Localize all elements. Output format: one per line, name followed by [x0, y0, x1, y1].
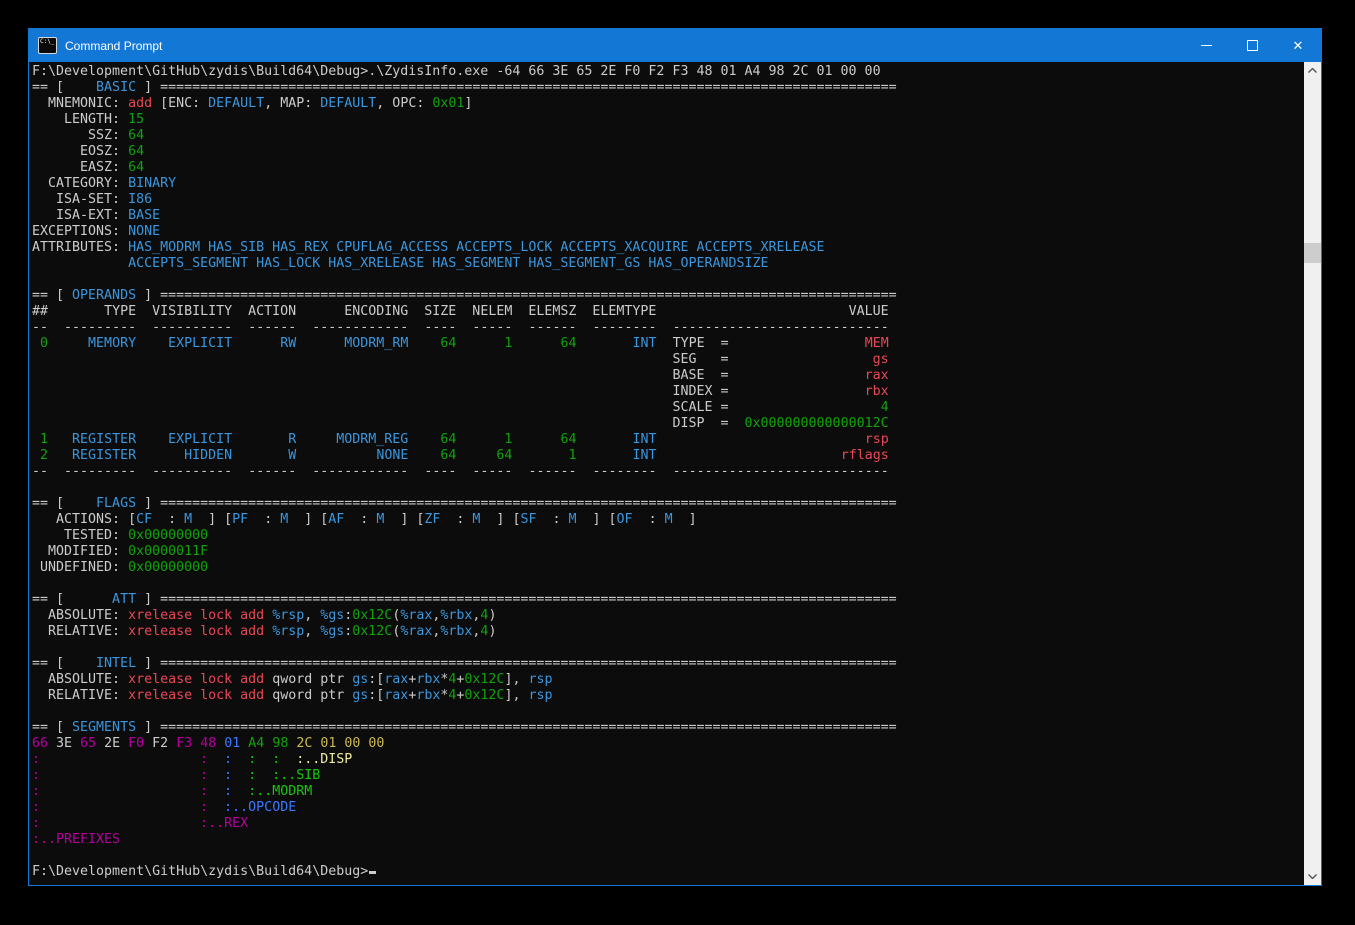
terminal-line: == [ BASIC ] ===========================…	[32, 80, 1304, 96]
minimize-button[interactable]	[1183, 29, 1229, 62]
terminal-line: MODIFIED: 0x0000011F	[32, 544, 1304, 560]
close-icon: ✕	[1293, 39, 1304, 52]
terminal-line: 0 MEMORY EXPLICIT RW MODRM_RM 64 1 64 IN…	[32, 336, 1304, 352]
maximize-button[interactable]	[1229, 29, 1275, 62]
terminal-line: DISP = 0x000000000000012C	[32, 416, 1304, 432]
minimize-icon	[1201, 45, 1212, 46]
terminal-line: RELATIVE: xrelease lock add qword ptr gs…	[32, 688, 1304, 704]
text-cursor	[369, 871, 376, 874]
terminal-line: == [ OPERANDS ] ========================…	[32, 288, 1304, 304]
terminal-line: EXCEPTIONS: NONE	[32, 224, 1304, 240]
terminal-line: BASE = rax	[32, 368, 1304, 384]
terminal-line: -- --------- ---------- ------ ---------…	[32, 464, 1304, 480]
cmd-icon-text: C:\_	[40, 39, 54, 45]
terminal-line: 1 REGISTER EXPLICIT R MODRM_REG 64 1 64 …	[32, 432, 1304, 448]
terminal-line: :..PREFIXES	[32, 832, 1304, 848]
title-bar[interactable]: C:\_ Command Prompt ✕	[29, 29, 1321, 62]
chevron-down-icon	[1308, 874, 1317, 879]
terminal-line: LENGTH: 15	[32, 112, 1304, 128]
terminal-line: ABSOLUTE: xrelease lock add qword ptr gs…	[32, 672, 1304, 688]
title-bar-left: C:\_ Command Prompt	[29, 37, 162, 54]
terminal-line: CATEGORY: BINARY	[32, 176, 1304, 192]
terminal-line: : : : : :..SIB	[32, 768, 1304, 784]
scrollbar-thumb[interactable]	[1304, 243, 1321, 263]
terminal-line	[32, 640, 1304, 656]
terminal-line: : :..REX	[32, 816, 1304, 832]
terminal-line: F:\Development\GitHub\zydis\Build64\Debu…	[32, 864, 1304, 880]
terminal-line: EASZ: 64	[32, 160, 1304, 176]
maximize-icon	[1247, 40, 1258, 51]
terminal-line: 66 3E 65 2E F0 F2 F3 48 01 A4 98 2C 01 0…	[32, 736, 1304, 752]
terminal-line: INDEX = rbx	[32, 384, 1304, 400]
window-title: Command Prompt	[65, 39, 162, 53]
terminal-line	[32, 480, 1304, 496]
terminal-line: SSZ: 64	[32, 128, 1304, 144]
terminal-line	[32, 576, 1304, 592]
terminal-line: EOSZ: 64	[32, 144, 1304, 160]
terminal-line: F:\Development\GitHub\zydis\Build64\Debu…	[32, 64, 1304, 80]
terminal-line: ABSOLUTE: xrelease lock add %rsp, %gs:0x…	[32, 608, 1304, 624]
terminal-line: UNDEFINED: 0x00000000	[32, 560, 1304, 576]
scrollbar-down-button[interactable]	[1304, 868, 1321, 885]
terminal-line	[32, 272, 1304, 288]
scrollbar-track[interactable]	[1304, 79, 1321, 868]
terminal-line	[32, 848, 1304, 864]
chevron-up-icon	[1308, 68, 1317, 73]
terminal-line: : : : : : :..DISP	[32, 752, 1304, 768]
close-button[interactable]: ✕	[1275, 29, 1321, 62]
console-area: F:\Development\GitHub\zydis\Build64\Debu…	[29, 62, 1321, 885]
terminal-output[interactable]: F:\Development\GitHub\zydis\Build64\Debu…	[29, 62, 1304, 885]
terminal-line: == [ ATT ] =============================…	[32, 592, 1304, 608]
desktop-background: C:\_ Command Prompt ✕ F:\Development\Git…	[0, 0, 1355, 925]
terminal-line: == [ SEGMENTS ] ========================…	[32, 720, 1304, 736]
terminal-line: TESTED: 0x00000000	[32, 528, 1304, 544]
terminal-line: ACTIONS: [CF : M ] [PF : M ] [AF : M ] […	[32, 512, 1304, 528]
terminal-line: ATTRIBUTES: HAS_MODRM HAS_SIB HAS_REX CP…	[32, 240, 1304, 256]
terminal-line: ACCEPTS_SEGMENT HAS_LOCK HAS_XRELEASE HA…	[32, 256, 1304, 272]
terminal-line: : : : :..MODRM	[32, 784, 1304, 800]
scrollbar-up-button[interactable]	[1304, 62, 1321, 79]
terminal-line: ## TYPE VISIBILITY ACTION ENCODING SIZE …	[32, 304, 1304, 320]
terminal-line: == [ INTEL ] ===========================…	[32, 656, 1304, 672]
terminal-line: == [ FLAGS ] ===========================…	[32, 496, 1304, 512]
cmd-icon[interactable]: C:\_	[38, 37, 57, 54]
terminal-line: 2 REGISTER HIDDEN W NONE 64 64 1 INT rfl…	[32, 448, 1304, 464]
terminal-line: MNEMONIC: add [ENC: DEFAULT, MAP: DEFAUL…	[32, 96, 1304, 112]
terminal-line: SCALE = 4	[32, 400, 1304, 416]
terminal-line	[32, 704, 1304, 720]
terminal-line: ISA-EXT: BASE	[32, 208, 1304, 224]
terminal-line: -- --------- ---------- ------ ---------…	[32, 320, 1304, 336]
terminal-line: RELATIVE: xrelease lock add %rsp, %gs:0x…	[32, 624, 1304, 640]
terminal-line: SEG = gs	[32, 352, 1304, 368]
command-prompt-window: C:\_ Command Prompt ✕ F:\Development\Git…	[28, 28, 1322, 886]
terminal-line: ISA-SET: I86	[32, 192, 1304, 208]
window-controls: ✕	[1183, 29, 1321, 62]
terminal-line: : : :..OPCODE	[32, 800, 1304, 816]
scrollbar[interactable]	[1304, 62, 1321, 885]
